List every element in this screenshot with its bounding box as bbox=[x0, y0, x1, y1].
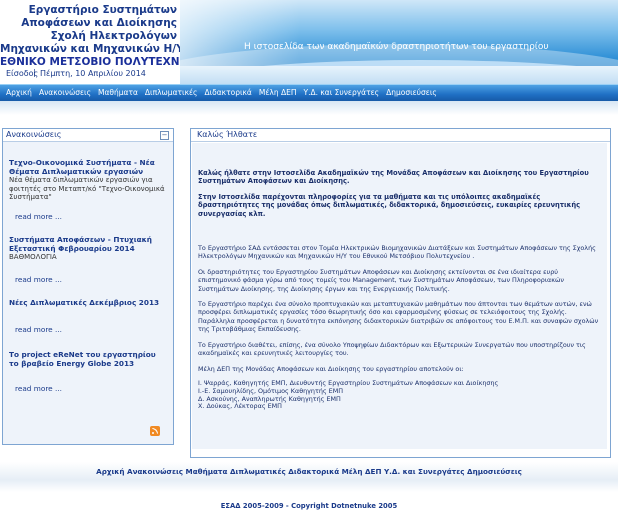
announcement-subtitle: Νέα θέματα διπλωματικών εργασιών για φοι… bbox=[9, 176, 165, 201]
welcome-header: Καλώς Ήλθατε bbox=[191, 129, 610, 142]
nav-item-announcements[interactable]: Ανακοινώσεις bbox=[39, 85, 91, 101]
body-paragraph: Το Εργαστήριο ΣΑΔ εντάσσεται στον Τομέα … bbox=[198, 244, 596, 261]
body-paragraph: Το Εργαστήριο παρέχει ένα σύνολο προπτυχ… bbox=[198, 300, 599, 334]
announcement-title[interactable]: Συστήματα Αποφάσεων - Πτυχιακή Εξεταστικ… bbox=[9, 235, 167, 253]
nav-item-faculty[interactable]: Μέλη ΔΕΠ bbox=[259, 85, 297, 101]
nav-item-publications[interactable]: Δημοσιεύσεις bbox=[386, 85, 437, 101]
site-title-line-3: Σχολή Ηλεκτρολόγων bbox=[50, 30, 177, 42]
site-title[interactable]: Εργαστήριο Συστημάτων Αποφάσεων και Διοί… bbox=[0, 4, 200, 69]
rss-icon[interactable] bbox=[150, 426, 160, 436]
read-more-link[interactable]: read more ... bbox=[9, 325, 167, 334]
nav-item-collaborators[interactable]: Υ.Δ. και Συνεργάτες bbox=[303, 85, 379, 101]
announcements-header: Ανακοινώσεις − bbox=[3, 129, 173, 142]
body-paragraph: Το Εργαστήριο διαθέτει, επίσης, ένα σύνο… bbox=[198, 340, 586, 358]
read-more-link[interactable]: read more ... bbox=[9, 212, 167, 221]
nav-item-phd[interactable]: Διδακτορικά bbox=[204, 85, 251, 101]
body-paragraph: Οι δραστηριότητες του Εργαστηρίου Συστημ… bbox=[198, 267, 564, 293]
intro-paragraph: Στην Ιστοσελίδα παρέχονται πληροφορίες γ… bbox=[198, 192, 581, 218]
announcements-list: Τεχνο-Οικονομικά Συστήματα - Νέα Θέματα … bbox=[3, 142, 173, 393]
minimize-icon[interactable]: − bbox=[160, 131, 169, 140]
footer: Αρχική Ανακοινώσεις Μαθήματα Διπλωματικέ… bbox=[0, 462, 618, 514]
header-separator: | bbox=[33, 68, 36, 77]
nav-item-courses[interactable]: Μαθήματα bbox=[98, 85, 138, 101]
faculty-member: Χ. Δούκας, Λέκτορας ΕΜΠ bbox=[198, 402, 282, 411]
read-more-link[interactable]: read more ... bbox=[9, 384, 167, 393]
header-info-bar: Είσοδος | Πέμπτη, 10 Απριλίου 2014 bbox=[0, 66, 618, 84]
nav-item-home[interactable]: Αρχική bbox=[6, 85, 32, 101]
footer-copyright: ΕΣΑΔ 2005-2009 - Copyright Dotnetnuke 20… bbox=[220, 502, 398, 510]
body-paragraph: Μέλη ΔΕΠ της Μονάδας Αποφάσεων και Διοίκ… bbox=[198, 364, 464, 373]
announcement-title[interactable]: Τεχνο-Οικονομικά Συστήματα - Νέα Θέματα … bbox=[9, 158, 167, 176]
footer-links[interactable]: Αρχική Ανακοινώσεις Μαθήματα Διπλωματικέ… bbox=[0, 467, 618, 476]
site-tagline: Η ιστοσελίδα των ακαδημαϊκών δραστηριοτή… bbox=[244, 42, 549, 52]
welcome-content: Καλώς ήλθατε στην Ιστοσελίδα Ακαδημαϊκών… bbox=[192, 143, 607, 449]
welcome-panel: Καλώς Ήλθατε Καλώς ήλθατε στην Ιστοσελίδ… bbox=[190, 128, 611, 458]
announcement-subtitle: ΒΑΘΜΟΛΟΓΙΑ bbox=[9, 252, 57, 261]
announcement-title[interactable]: Το project eReNet του εργαστηρίου το βρα… bbox=[9, 350, 167, 368]
nav-shadow bbox=[0, 101, 618, 115]
current-date: Πέμπτη, 10 Απριλίου 2014 bbox=[40, 69, 146, 78]
header-band bbox=[180, 66, 618, 84]
main-nav: Αρχική Ανακοινώσεις Μαθήματα Διπλωματικέ… bbox=[0, 84, 618, 101]
site-title-line-2: Αποφάσεων και Διοίκησης bbox=[21, 17, 177, 29]
nav-item-theses[interactable]: Διπλωματικές bbox=[145, 85, 198, 101]
announcements-panel: Ανακοινώσεις − Τεχνο-Οικονομικά Συστήματ… bbox=[2, 128, 174, 445]
welcome-title: Καλώς Ήλθατε bbox=[197, 130, 258, 139]
intro-paragraph: Καλώς ήλθατε στην Ιστοσελίδα Ακαδημαϊκών… bbox=[198, 169, 589, 186]
faculty-list: Ι. Ψαρράς, Καθηγητής ΕΜΠ, Διευθυντής Εργ… bbox=[198, 379, 601, 411]
announcement-title[interactable]: Νέες Διπλωματικές Δεκέμβριος 2013 bbox=[9, 298, 167, 307]
site-title-line-4: Μηχανικών και Μηχανικών Η/Υ bbox=[0, 43, 184, 55]
site-title-line-1: Εργαστήριο Συστημάτων bbox=[28, 4, 177, 16]
header: Εργαστήριο Συστημάτων Αποφάσεων και Διοί… bbox=[0, 0, 618, 84]
announcements-title: Ανακοινώσεις bbox=[6, 130, 62, 139]
read-more-link[interactable]: read more ... bbox=[9, 275, 167, 284]
